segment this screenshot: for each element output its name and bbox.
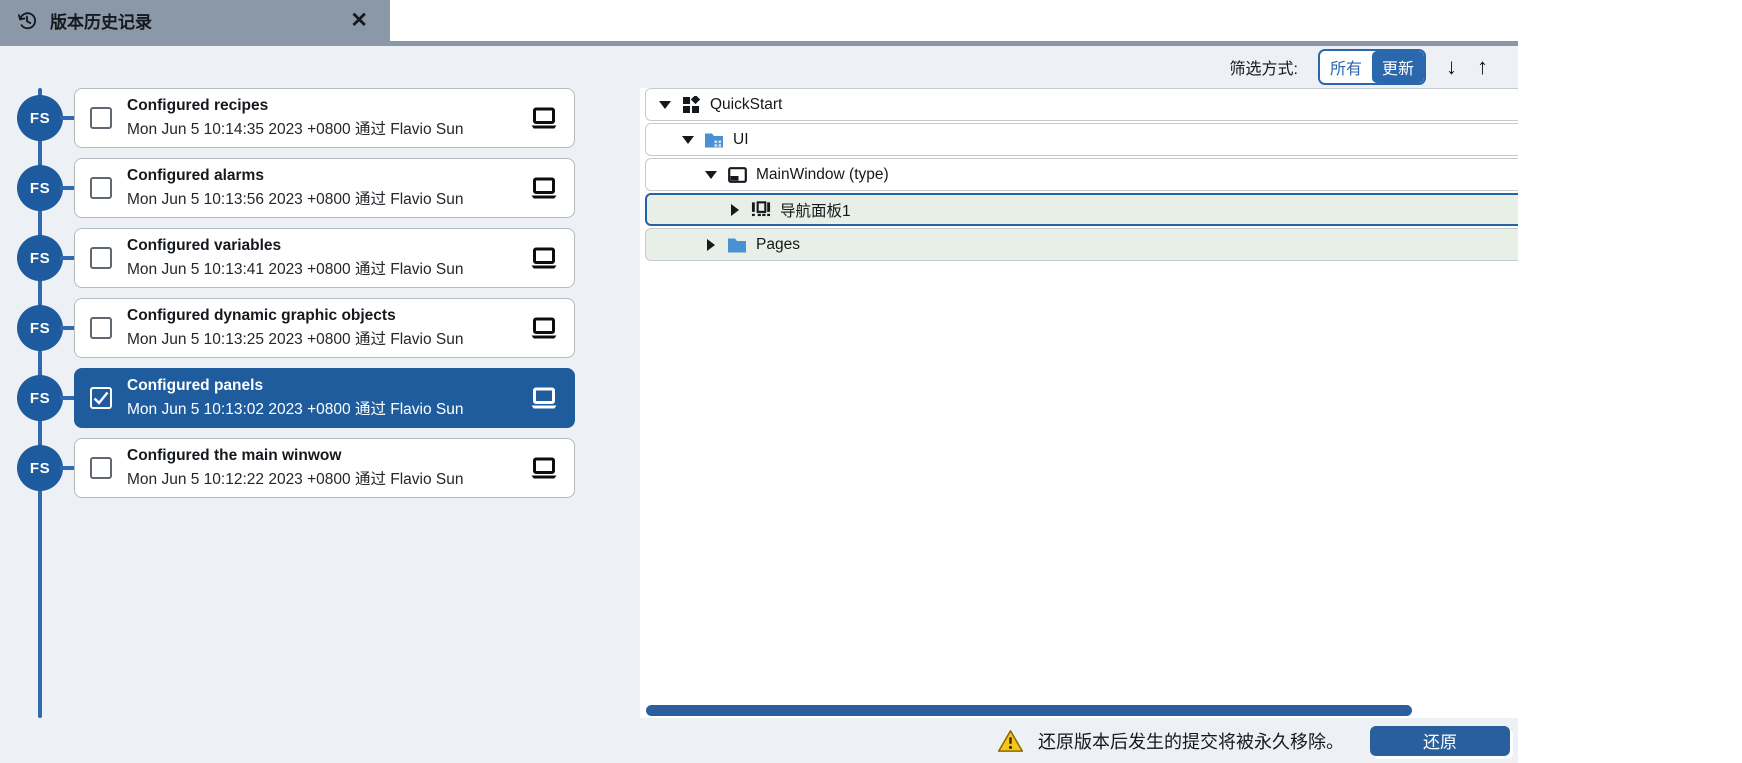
commit-card[interactable]: Configured recipes Mon Jun 5 10:14:35 20…	[74, 88, 575, 148]
commit-meta: Mon Jun 5 10:13:25 2023 +0800 通过 Flavio …	[127, 327, 514, 349]
commit-title: Configured alarms	[127, 167, 514, 185]
tab-version-history[interactable]: 版本历史记录 ✕	[0, 0, 390, 41]
expander-triangle-icon[interactable]	[728, 204, 742, 216]
snapshot-laptop-icon[interactable]	[529, 387, 559, 410]
commit-row: FS Configured alarms Mon Jun 5 10:13:56 …	[0, 158, 640, 218]
filter-row: 筛选方式: 所有 更新 ↓ ↑	[0, 46, 1518, 88]
footer: 还原版本后发生的提交将被永久移除。 还原	[0, 718, 1518, 763]
avatar: FS	[17, 165, 63, 211]
avatar: FS	[17, 375, 63, 421]
commit-row: FS Configured the main winwow Mon Jun 5 …	[0, 438, 640, 498]
commit-timeline: FS Configured recipes Mon Jun 5 10:14:35…	[0, 88, 640, 718]
ui-folder-icon	[704, 131, 724, 149]
snapshot-laptop-icon[interactable]	[529, 317, 559, 340]
tree-row-label: 导航面板1	[780, 199, 851, 221]
commit-meta: Mon Jun 5 10:13:02 2023 +0800 通过 Flavio …	[127, 397, 514, 419]
commit-row: FS Configured panels Mon Jun 5 10:13:02 …	[0, 368, 640, 428]
filter-label: 筛选方式:	[1230, 55, 1298, 79]
folder-icon	[727, 236, 747, 254]
snapshot-laptop-icon[interactable]	[529, 457, 559, 480]
commit-checkbox[interactable]	[90, 387, 112, 409]
tree-row-label: QuickStart	[710, 96, 782, 114]
commit-meta: Mon Jun 5 10:12:22 2023 +0800 通过 Flavio …	[127, 467, 514, 489]
commit-card[interactable]: Configured variables Mon Jun 5 10:13:41 …	[74, 228, 575, 288]
tree-row[interactable]: 导航面板1	[645, 193, 1518, 226]
expander-triangle-icon[interactable]	[704, 171, 718, 179]
tree-row[interactable]: QuickStart	[645, 88, 1518, 121]
commit-row: FS Configured variables Mon Jun 5 10:13:…	[0, 228, 640, 288]
commit-checkbox[interactable]	[90, 317, 112, 339]
timeline-connector	[60, 466, 75, 470]
commit-text: Configured variables Mon Jun 5 10:13:41 …	[127, 237, 514, 279]
commit-text: Configured the main winwow Mon Jun 5 10:…	[127, 447, 514, 489]
tree-row-label: UI	[733, 131, 749, 149]
commit-title: Configured variables	[127, 237, 514, 255]
commit-card[interactable]: Configured panels Mon Jun 5 10:13:02 202…	[74, 368, 575, 428]
commit-text: Configured recipes Mon Jun 5 10:14:35 20…	[127, 97, 514, 139]
tab-title: 版本历史记录	[50, 8, 332, 33]
commit-title: Configured panels	[127, 377, 514, 395]
expander-triangle-icon[interactable]	[658, 101, 672, 109]
commit-meta: Mon Jun 5 10:14:35 2023 +0800 通过 Flavio …	[127, 117, 514, 139]
commit-checkbox[interactable]	[90, 247, 112, 269]
snapshot-laptop-icon[interactable]	[529, 177, 559, 200]
horizontal-scrollbar[interactable]	[646, 705, 1412, 716]
close-icon[interactable]: ✕	[344, 8, 374, 33]
commit-card[interactable]: Configured dynamic graphic objects Mon J…	[74, 298, 575, 358]
tree-row-label: MainWindow (type)	[756, 166, 889, 184]
timeline-connector	[60, 396, 75, 400]
commit-card[interactable]: Configured the main winwow Mon Jun 5 10:…	[74, 438, 575, 498]
filter-option-all[interactable]: 所有	[1320, 51, 1372, 83]
sort-descending-icon[interactable]: ↓	[1446, 56, 1457, 78]
expander-triangle-icon[interactable]	[681, 136, 695, 144]
sort-ascending-icon[interactable]: ↑	[1477, 56, 1488, 78]
tree-row-label: Pages	[756, 236, 800, 254]
warning-icon	[997, 729, 1024, 753]
main-window-icon	[727, 166, 747, 184]
tab-bar: 版本历史记录 ✕	[0, 0, 1518, 41]
commit-checkbox[interactable]	[90, 177, 112, 199]
filter-toggle-group: 所有 更新	[1318, 49, 1426, 85]
snapshot-laptop-icon[interactable]	[529, 107, 559, 130]
snapshot-laptop-icon[interactable]	[529, 247, 559, 270]
timeline-connector	[60, 326, 75, 330]
version-history-panel: 版本历史记录 ✕ 筛选方式: 所有 更新 ↓ ↑ FS	[0, 0, 1518, 763]
commit-text: Configured dynamic graphic objects Mon J…	[127, 307, 514, 349]
main-area: FS Configured recipes Mon Jun 5 10:14:35…	[0, 88, 1518, 718]
tree-row[interactable]: Pages	[645, 228, 1518, 261]
commit-checkbox[interactable]	[90, 107, 112, 129]
commit-title: Configured the main winwow	[127, 447, 514, 465]
commit-checkbox[interactable]	[90, 457, 112, 479]
avatar: FS	[17, 95, 63, 141]
warning-text: 还原版本后发生的提交将被永久移除。	[1038, 728, 1344, 754]
timeline-connector	[60, 116, 75, 120]
history-icon	[16, 10, 38, 32]
commit-meta: Mon Jun 5 10:13:56 2023 +0800 通过 Flavio …	[127, 187, 514, 209]
commit-row: FS Configured dynamic graphic objects Mo…	[0, 298, 640, 358]
timeline-connector	[60, 186, 75, 190]
expander-triangle-icon[interactable]	[704, 239, 718, 251]
commit-meta: Mon Jun 5 10:13:41 2023 +0800 通过 Flavio …	[127, 257, 514, 279]
navigation-panel-icon	[751, 201, 771, 219]
avatar: FS	[17, 235, 63, 281]
commit-card[interactable]: Configured alarms Mon Jun 5 10:13:56 202…	[74, 158, 575, 218]
commit-row: FS Configured recipes Mon Jun 5 10:14:35…	[0, 88, 640, 148]
commit-text: Configured panels Mon Jun 5 10:13:02 202…	[127, 377, 514, 419]
filter-option-updated[interactable]: 更新	[1372, 51, 1424, 83]
project-tree: QuickStart	[640, 88, 1518, 718]
quickstart-project-icon	[681, 96, 701, 114]
avatar: FS	[17, 305, 63, 351]
tree-row[interactable]: UI	[645, 123, 1518, 156]
tree-row[interactable]: MainWindow (type)	[645, 158, 1518, 191]
panel-content: 筛选方式: 所有 更新 ↓ ↑ FS Configured recipes	[0, 46, 1518, 763]
commit-title: Configured dynamic graphic objects	[127, 307, 514, 325]
commit-title: Configured recipes	[127, 97, 514, 115]
commit-list: FS Configured recipes Mon Jun 5 10:14:35…	[0, 88, 640, 498]
tree-rows: QuickStart	[640, 88, 1518, 261]
commit-text: Configured alarms Mon Jun 5 10:13:56 202…	[127, 167, 514, 209]
avatar: FS	[17, 445, 63, 491]
restore-button[interactable]: 还原	[1370, 726, 1510, 756]
timeline-connector	[60, 256, 75, 260]
